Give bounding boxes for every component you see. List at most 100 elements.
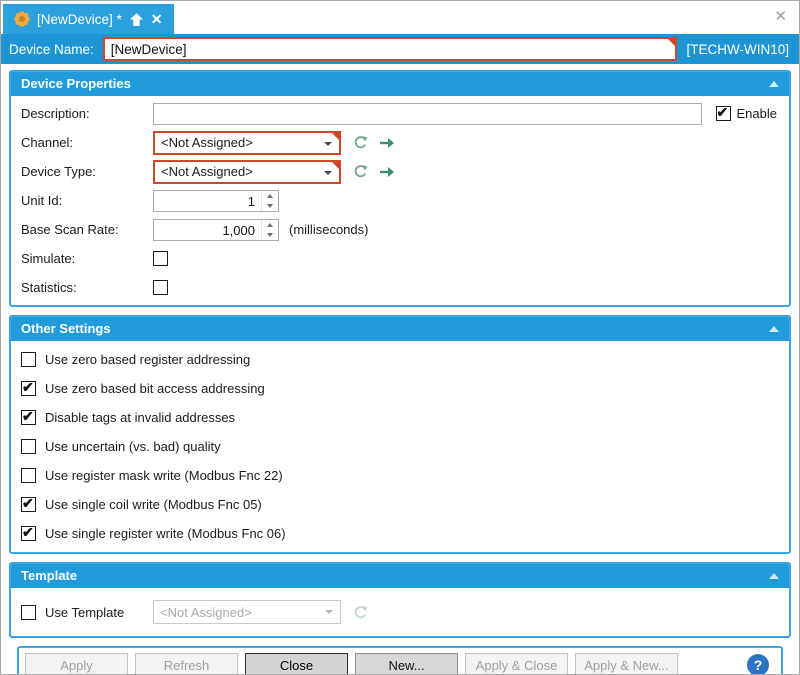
other-settings-header[interactable]: Other Settings (11, 317, 789, 341)
channel-goto-arrow-icon[interactable] (380, 137, 395, 149)
chevron-down-icon (324, 142, 332, 146)
device-type-label: Device Type: (21, 164, 153, 179)
other-settings-title: Other Settings (21, 321, 111, 336)
simulate-row: Simulate: (21, 244, 779, 273)
device-properties-title: Device Properties (21, 76, 131, 91)
statistics-label: Statistics: (21, 280, 153, 295)
option-label: Disable tags at invalid addresses (45, 410, 235, 425)
other-settings-body: Use zero based register addressing Use z… (11, 341, 789, 552)
footer-button: Apply & Close (465, 653, 568, 675)
device-properties-header[interactable]: Device Properties (11, 72, 789, 96)
description-row: Description: Enable (21, 99, 779, 128)
section-other-settings: Other Settings Use zero based register a… (9, 315, 791, 554)
section-template: Template Use Template <Not Assigned> (9, 562, 791, 638)
footer-button: Refresh (135, 653, 238, 675)
spin-down-icon[interactable] (262, 230, 278, 240)
enable-label: Enable (737, 106, 777, 121)
tab-close-icon[interactable]: ✕ (151, 12, 163, 26)
window-close-icon[interactable]: ✕ (774, 9, 787, 24)
chevron-down-icon (324, 171, 332, 175)
template-title: Template (21, 568, 77, 583)
channel-label: Channel: (21, 135, 153, 150)
spin-up-icon[interactable] (262, 191, 278, 201)
content-area: Device Properties Description: Enable Ch… (1, 64, 799, 675)
option-checkbox[interactable] (21, 439, 36, 454)
use-template-label: Use Template (45, 605, 124, 620)
device-type-dropdown-value: <Not Assigned> (161, 164, 253, 179)
template-body: Use Template <Not Assigned> (11, 588, 789, 636)
channel-refresh-icon[interactable] (353, 135, 368, 150)
base-scan-rate-row: Base Scan Rate: 1,000 (milliseconds) (21, 215, 779, 244)
collapse-arrow-icon[interactable] (769, 326, 779, 332)
option-label: Use uncertain (vs. bad) quality (45, 439, 221, 454)
option-label: Use register mask write (Modbus Fnc 22) (45, 468, 283, 483)
template-refresh-icon (353, 605, 368, 620)
option-checkbox[interactable] (21, 381, 36, 396)
device-flower-icon (14, 11, 30, 27)
option-label: Use single register write (Modbus Fnc 06… (45, 526, 286, 541)
device-type-refresh-icon[interactable] (353, 164, 368, 179)
option-row: Use zero based register addressing (21, 345, 779, 374)
section-device-properties: Device Properties Description: Enable Ch… (9, 70, 791, 307)
channel-dropdown-value: <Not Assigned> (161, 135, 253, 150)
option-checkbox[interactable] (21, 468, 36, 483)
tab-newdevice[interactable]: [NewDevice] * ✕ (3, 4, 174, 34)
description-input[interactable] (153, 103, 702, 125)
channel-row: Channel: <Not Assigned> (21, 128, 779, 157)
footer-button[interactable]: New... (355, 653, 458, 675)
base-scan-rate-stepper[interactable]: 1,000 (153, 219, 279, 241)
option-row: Use single coil write (Modbus Fnc 05) (21, 490, 779, 519)
unit-id-value: 1 (154, 191, 261, 211)
option-row: Use single register write (Modbus Fnc 06… (21, 519, 779, 548)
statistics-checkbox[interactable] (153, 280, 168, 295)
device-name-label: Device Name: (9, 42, 94, 57)
statistics-row: Statistics: (21, 273, 779, 302)
tab-bar: [NewDevice] * ✕ ✕ (1, 1, 799, 34)
use-template-row: Use Template <Not Assigned> (21, 596, 779, 628)
unit-id-label: Unit Id: (21, 193, 153, 208)
option-row: Use zero based bit access addressing (21, 374, 779, 403)
enable-checkbox[interactable] (716, 106, 731, 121)
device-type-dropdown[interactable]: <Not Assigned> (153, 160, 341, 184)
simulate-checkbox[interactable] (153, 251, 168, 266)
unit-id-spin-buttons (261, 191, 278, 211)
option-label: Use single coil write (Modbus Fnc 05) (45, 497, 262, 512)
device-name-input[interactable] (105, 39, 676, 59)
description-label: Description: (21, 106, 153, 121)
option-checkbox[interactable] (21, 410, 36, 425)
footer-button[interactable]: Close (245, 653, 348, 675)
host-name-label: [TECHW-WIN10] (686, 42, 789, 57)
device-name-bar: Device Name: [TECHW-WIN10] (1, 34, 799, 64)
option-checkbox[interactable] (21, 526, 36, 541)
use-template-wrap: Use Template (21, 605, 153, 620)
tab-title: [NewDevice] * (37, 12, 122, 27)
unit-id-stepper[interactable]: 1 (153, 190, 279, 212)
footer-button: Apply & New... (575, 653, 678, 675)
base-scan-rate-label: Base Scan Rate: (21, 222, 153, 237)
collapse-arrow-icon[interactable] (769, 573, 779, 579)
channel-dropdown[interactable]: <Not Assigned> (153, 131, 341, 155)
milliseconds-label: (milliseconds) (289, 222, 368, 237)
device-type-goto-arrow-icon[interactable] (380, 166, 395, 178)
help-icon[interactable]: ? (747, 654, 769, 675)
template-header[interactable]: Template (11, 564, 789, 588)
base-scan-rate-spin-buttons (261, 220, 278, 240)
option-checkbox[interactable] (21, 497, 36, 512)
option-checkbox[interactable] (21, 352, 36, 367)
template-dropdown: <Not Assigned> (153, 600, 341, 624)
option-row: Use uncertain (vs. bad) quality (21, 432, 779, 461)
spin-up-icon[interactable] (262, 220, 278, 230)
device-type-row: Device Type: <Not Assigned> (21, 157, 779, 186)
device-name-input-wrap (103, 37, 678, 61)
simulate-label: Simulate: (21, 251, 153, 266)
navigate-up-icon[interactable] (129, 12, 144, 27)
collapse-arrow-icon[interactable] (769, 81, 779, 87)
footer-button-bar: Apply Refresh Close New... Apply & Close… (17, 646, 783, 675)
option-label: Use zero based bit access addressing (45, 381, 265, 396)
template-dropdown-value: <Not Assigned> (160, 605, 252, 620)
use-template-checkbox[interactable] (21, 605, 36, 620)
spin-down-icon[interactable] (262, 201, 278, 211)
device-editor-window: [NewDevice] * ✕ ✕ Device Name: [TECHW-WI… (0, 0, 800, 675)
footer-button: Apply (25, 653, 128, 675)
option-label: Use zero based register addressing (45, 352, 250, 367)
